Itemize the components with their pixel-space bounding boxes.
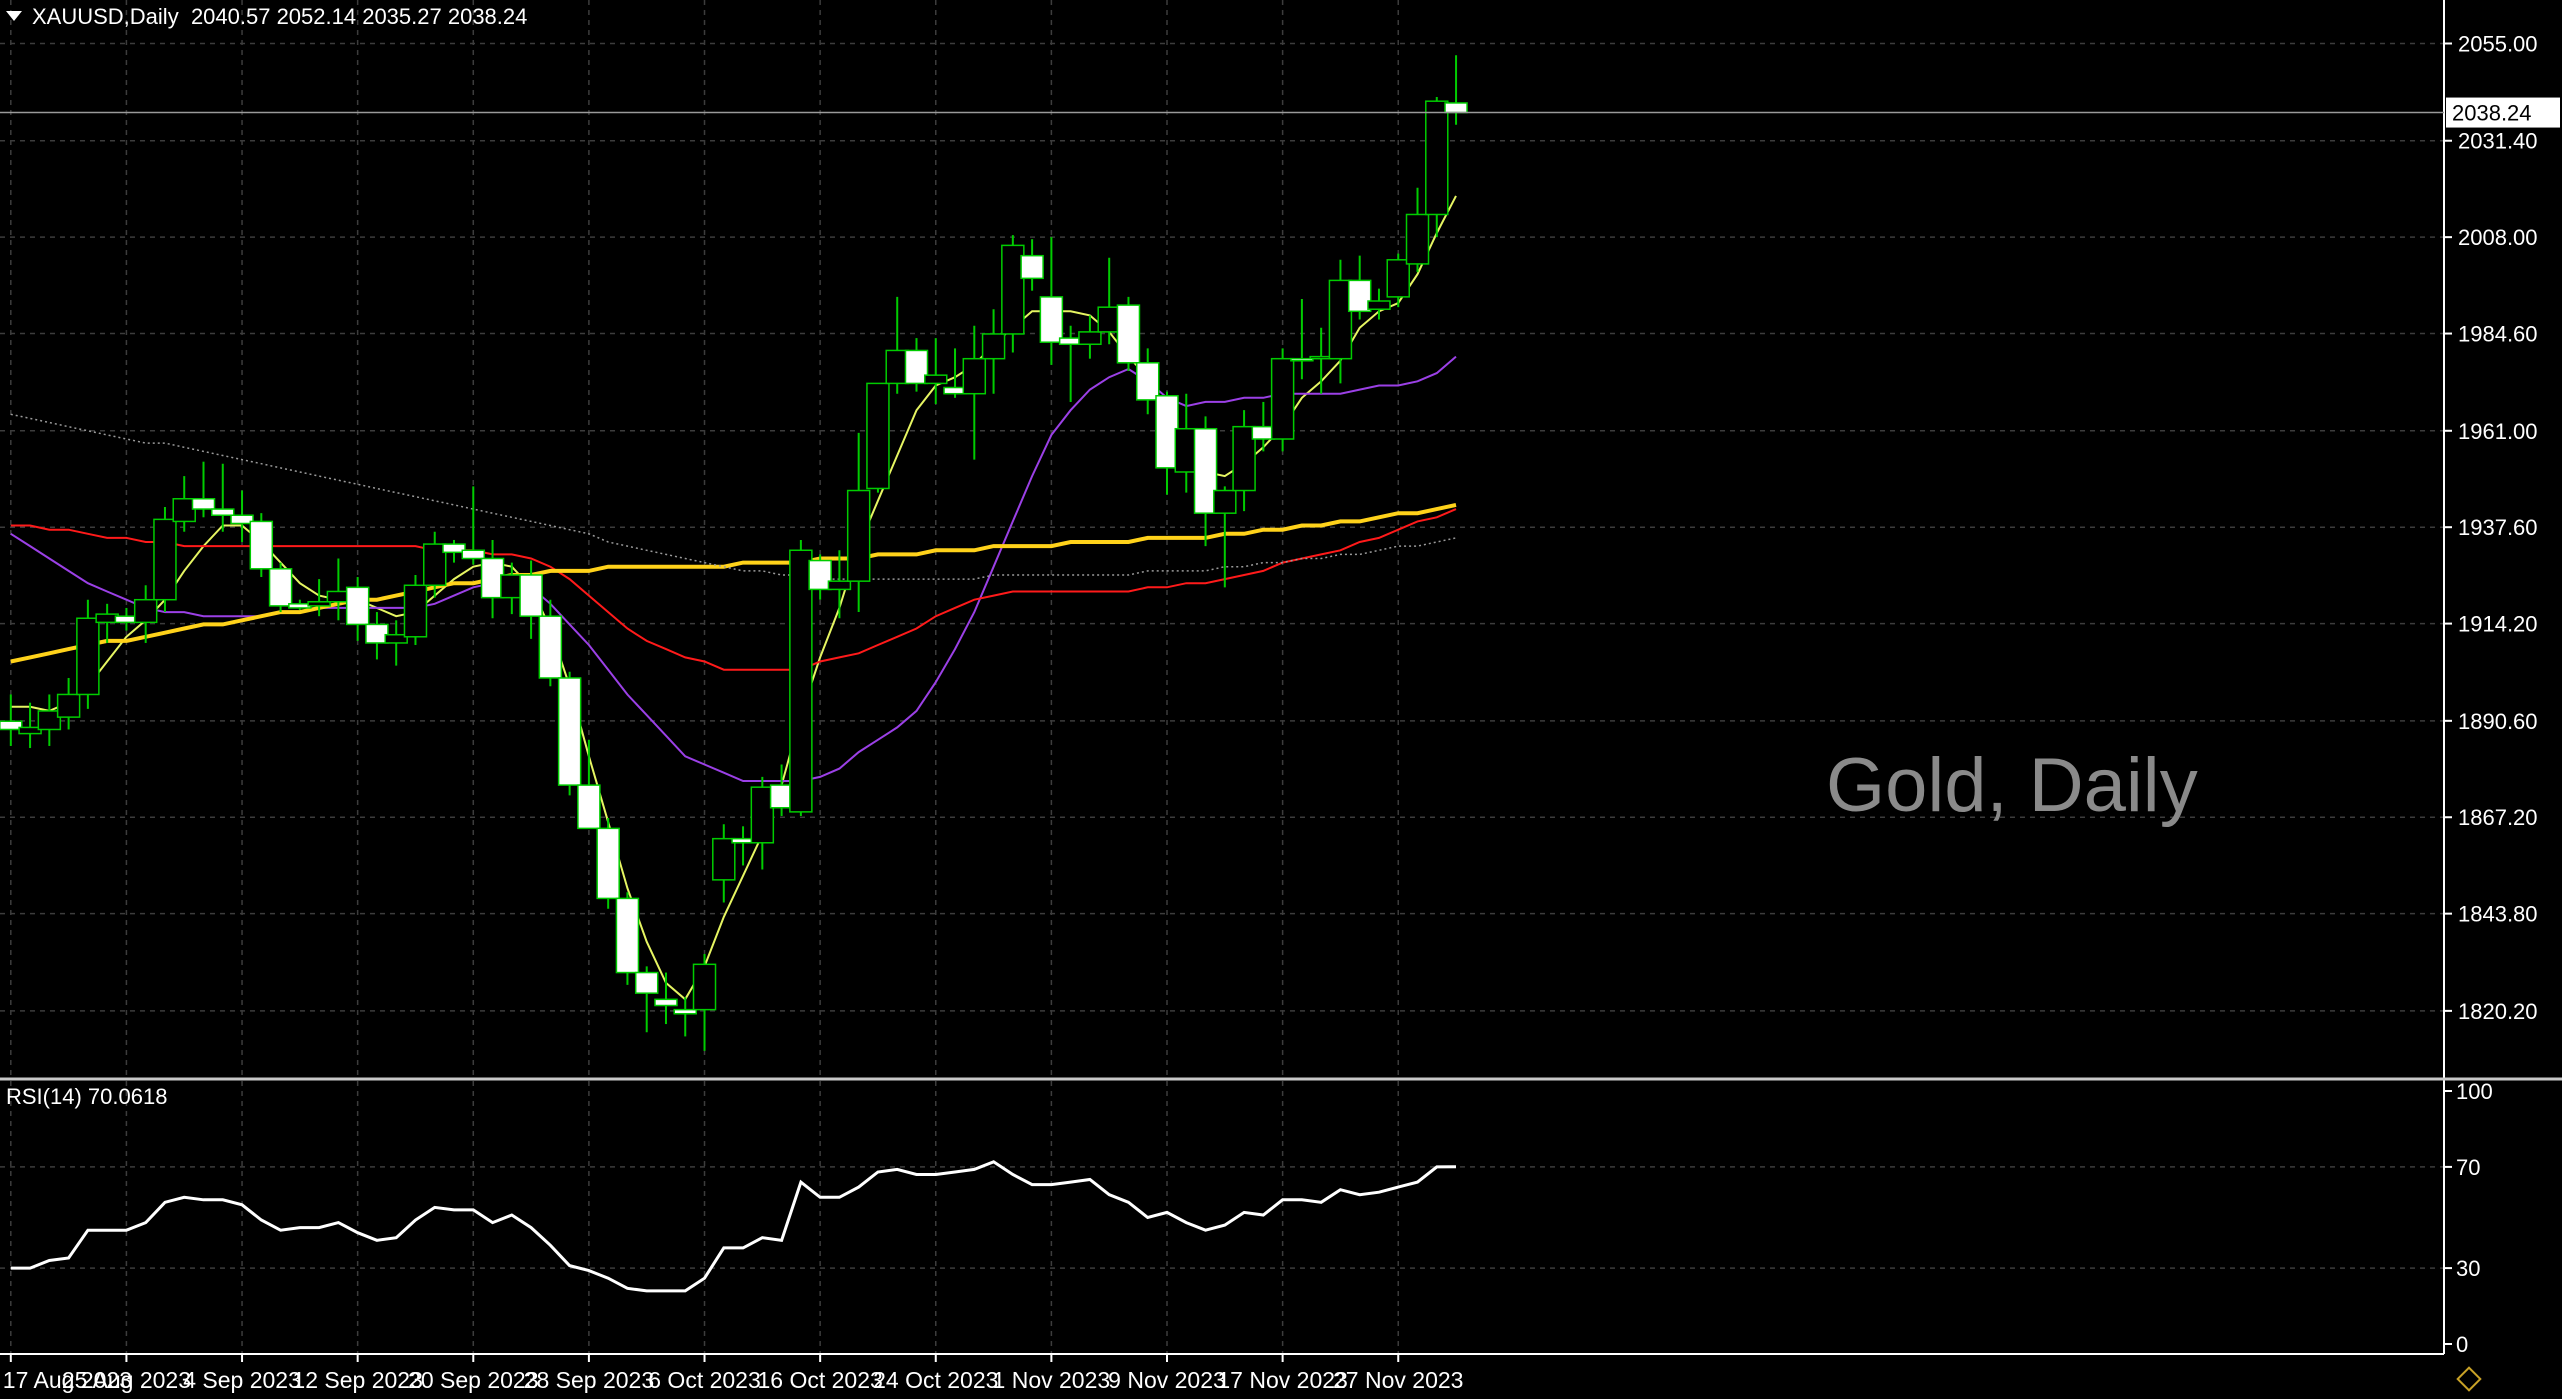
chart-grid bbox=[0, 0, 2444, 1354]
price-tick-label: 1890.60 bbox=[2458, 709, 2538, 734]
price-tick-label: 1984.60 bbox=[2458, 322, 2538, 347]
bull-candle bbox=[1386, 259, 1410, 298]
bull-candle bbox=[692, 963, 717, 1011]
price-tick-label: 2031.40 bbox=[2458, 129, 2538, 154]
ma-line bbox=[10, 355, 1457, 782]
bear-candle bbox=[577, 784, 601, 830]
time-tick-label: 9 Nov 2023 bbox=[1108, 1367, 1226, 1393]
time-axis: 17 Aug 202325 Aug 20234 Sep 202312 Sep 2… bbox=[3, 1354, 1463, 1393]
chart-frame bbox=[0, 0, 2562, 1355]
chart-watermark: Gold, Daily bbox=[1826, 743, 2198, 828]
bull-candle bbox=[1425, 100, 1449, 216]
bull-candle bbox=[133, 598, 158, 624]
bear-candle bbox=[1135, 362, 1160, 401]
time-tick-label: 24 Oct 2023 bbox=[873, 1367, 998, 1393]
rsi-axis: 100 70 30 0 bbox=[2444, 1079, 2493, 1357]
bear-candle bbox=[268, 568, 293, 607]
price-tick-label: 2008.00 bbox=[2458, 225, 2538, 250]
time-tick-label: 6 Oct 2023 bbox=[648, 1367, 761, 1393]
rsi-indicator-label: RSI(14) 70.0618 bbox=[6, 1084, 168, 1109]
price-tick-label: 2055.00 bbox=[2458, 32, 2538, 57]
bear-candle bbox=[1116, 304, 1141, 364]
bear-candle bbox=[461, 549, 486, 560]
candlesticks bbox=[0, 55, 1468, 1051]
last-price-marker: 2038.24 bbox=[0, 97, 2560, 128]
price-tick-label: 1820.20 bbox=[2458, 999, 2538, 1024]
bull-candle bbox=[1078, 331, 1102, 346]
bull-candle bbox=[1213, 489, 1237, 514]
bear-candle bbox=[596, 827, 620, 900]
time-tick-label: 25 Aug 2023 bbox=[62, 1367, 191, 1393]
bear-candle bbox=[1020, 254, 1044, 280]
time-tick-label: 16 Oct 2023 bbox=[757, 1367, 882, 1393]
rsi-series-line bbox=[10, 1160, 1457, 1293]
time-tick-label: 20 Sep 2023 bbox=[408, 1367, 538, 1393]
logo-diamond-icon bbox=[2456, 1366, 2482, 1392]
rsi-tick-label: 70 bbox=[2456, 1155, 2480, 1180]
bear-candle bbox=[249, 520, 274, 570]
bull-candle bbox=[846, 489, 871, 582]
price-tick-label: 1867.20 bbox=[2458, 805, 2538, 830]
time-tick-label: 27 Nov 2023 bbox=[1333, 1367, 1463, 1393]
bear-candle bbox=[211, 508, 235, 516]
time-tick-label: 28 Sep 2023 bbox=[524, 1367, 654, 1393]
price-tick-label: 1914.20 bbox=[2458, 612, 2538, 637]
bear-candle bbox=[557, 677, 582, 786]
bull-candle bbox=[1367, 300, 1391, 310]
price-tick-label: 1843.80 bbox=[2458, 902, 2538, 927]
bull-candle bbox=[962, 357, 987, 395]
bull-candle bbox=[153, 518, 177, 601]
bear-candle bbox=[345, 586, 370, 626]
symbol-label: XAUUSD,Daily bbox=[32, 4, 179, 29]
rsi-tick-label: 0 bbox=[2456, 1332, 2468, 1357]
bull-candle bbox=[866, 382, 890, 490]
last-price-label: 2038.24 bbox=[2452, 101, 2532, 126]
bear-candle bbox=[538, 615, 563, 679]
time-tick-label: 12 Sep 2023 bbox=[292, 1367, 422, 1393]
bull-candle bbox=[924, 374, 948, 385]
price-axis: 2055.00 2031.40 2008.00 1984.60 1961.00 1937.… bbox=[2444, 32, 2538, 1024]
bear-candle bbox=[519, 574, 543, 617]
ma-line bbox=[10, 502, 1457, 664]
bull-candle bbox=[1405, 213, 1430, 265]
bull-candle bbox=[827, 580, 852, 591]
dropdown-triangle-icon[interactable] bbox=[6, 11, 22, 21]
bull-candle bbox=[981, 333, 1006, 360]
bear-candle bbox=[615, 897, 640, 974]
rsi-line bbox=[10, 1160, 1457, 1293]
ohlc-values: 2040.57 2052.14 2035.27 2038.24 bbox=[190, 4, 528, 29]
price-tick-label: 1937.60 bbox=[2458, 515, 2538, 540]
broker-logo bbox=[2456, 1366, 2484, 1392]
bear-candle bbox=[191, 498, 216, 510]
time-tick-label: 1 Nov 2023 bbox=[993, 1367, 1111, 1393]
bear-candle bbox=[634, 971, 659, 994]
price-tick-label: 1961.00 bbox=[2458, 419, 2538, 444]
bear-candle bbox=[1444, 102, 1468, 114]
rsi-tick-label: 100 bbox=[2456, 1079, 2493, 1104]
chart-header: XAUUSD,Daily 2040.57 2052.14 2035.27 203… bbox=[6, 4, 527, 30]
bull-candle bbox=[712, 837, 736, 881]
bear-candle bbox=[1039, 296, 1064, 343]
price-chart[interactable]: 2055.00 2031.40 2008.00 1984.60 1961.00 1937.… bbox=[0, 0, 2562, 1399]
time-tick-label: 4 Sep 2023 bbox=[183, 1367, 301, 1393]
bull-candle bbox=[76, 617, 100, 696]
bull-candle bbox=[1270, 357, 1295, 440]
rsi-tick-label: 30 bbox=[2456, 1256, 2480, 1281]
bull-candle bbox=[403, 584, 428, 638]
bull-candle bbox=[56, 693, 81, 718]
time-tick-label: 17 Nov 2023 bbox=[1217, 1367, 1347, 1393]
bear-candle bbox=[654, 998, 678, 1007]
